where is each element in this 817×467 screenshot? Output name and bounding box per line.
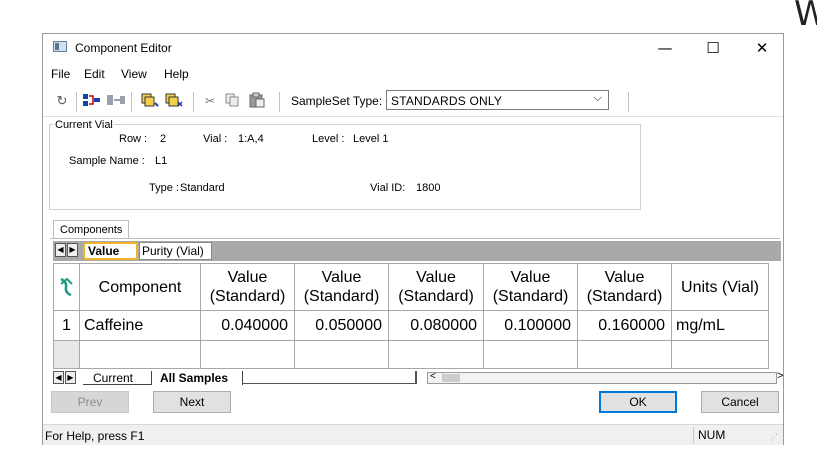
resize-grip-icon[interactable]: ⋰ [770,433,780,443]
vial-id-label: Vial ID: [370,182,406,194]
paste-icon[interactable] [247,92,267,110]
cut-icon[interactable]: ✂ [201,92,219,110]
header-value-standard-3[interactable]: Value (Standard) [389,263,484,311]
sheet-scroll-left-icon[interactable]: ◀ [53,371,64,384]
level-value: Level 1 [353,133,389,145]
current-vial-title: Current Vial [54,119,114,131]
tab-purity-vial[interactable]: Purity (Vial) [139,242,212,260]
cell-value-4[interactable]: 0.100000 [484,311,578,341]
toolbar: ↻ ✂ SampleSet Type: STANDARDS ONLY ⌵ [43,88,783,114]
refresh-icon[interactable]: ↻ [53,92,71,110]
level-label: Level : [312,133,345,145]
row-value: 2 [160,133,167,145]
minimize-button[interactable]: — [651,37,679,59]
tab-components[interactable]: Components [53,220,129,239]
sampleset-type-value: STANDARDS ONLY [391,94,503,108]
sampleset-type-select[interactable]: STANDARDS ONLY ⌵ [386,90,609,110]
prev-button[interactable]: Prev [51,391,129,413]
close-button[interactable]: ✕ [748,37,776,59]
sheet-tab-current[interactable]: Current [83,371,151,385]
tab-value[interactable]: Value [83,242,138,260]
inner-tab-strip: ◀ ▶ Value Purity (Vial) [53,241,781,261]
header-units-vial[interactable]: Units (Vial) [672,263,769,311]
cell-value-3[interactable]: 0.080000 [389,311,484,341]
menu-help[interactable]: Help [164,67,189,81]
type-value: Standard [180,182,225,194]
status-num-indicator: NUM [693,427,761,443]
component-editor-window: Component Editor — ☐ ✕ File Edit View He… [42,33,784,445]
next-button[interactable]: Next [153,391,231,413]
row-number[interactable]: 1 [53,311,80,341]
copy-sample-icon[interactable] [139,92,161,110]
empty-cell[interactable] [484,341,578,369]
empty-cell[interactable] [672,341,769,369]
empty-cell[interactable] [578,341,672,369]
row-label: Row : [119,133,148,145]
menu-view[interactable]: View [121,67,147,81]
cancel-button[interactable]: Cancel [701,391,779,413]
tab-scroll-left-icon[interactable]: ◀ [55,243,66,257]
empty-cell[interactable] [389,341,484,369]
horizontal-scrollbar[interactable]: < [427,371,777,384]
components-grid: Component Value (Standard) Value (Standa… [53,263,769,369]
corner-glyph: W [794,0,817,34]
menu-file[interactable]: File [51,67,70,81]
maximize-button[interactable]: ☐ [699,37,727,59]
component-sync-icon[interactable] [105,92,127,110]
header-component[interactable]: Component [80,263,201,311]
sample-name-label: Sample Name : [69,155,145,167]
vial-id-value: 1800 [416,182,441,194]
sheet-scroll-right-icon[interactable]: ▶ [65,371,76,384]
app-icon [53,41,67,52]
sample-name-value: L1 [155,155,168,167]
empty-cell[interactable] [201,341,295,369]
sampleset-type-label: SampleSet Type: [291,94,383,108]
menu-edit[interactable]: Edit [84,67,105,81]
header-value-standard-1[interactable]: Value (Standard) [201,263,295,311]
header-value-standard-2[interactable]: Value (Standard) [295,263,389,311]
window-title: Component Editor [75,41,172,55]
scroll-thumb[interactable] [442,374,460,382]
chevron-down-icon: ⌵ [593,92,602,104]
scroll-right-icon[interactable]: > [777,370,783,382]
title-bar: Component Editor — ☐ ✕ [43,34,783,62]
vial-label: Vial : [203,133,228,145]
paste-sample-icon[interactable] [163,92,185,110]
sheet-tab-all-samples[interactable]: All Samples [151,371,243,385]
header-value-standard-4[interactable]: Value (Standard) [484,263,578,311]
scroll-left-icon[interactable]: < [430,371,436,382]
tab-scroll-right-icon[interactable]: ▶ [67,243,78,257]
sort-icon[interactable] [53,263,80,311]
sheet-tab-strip: ◀ ▶ Current All Samples < > [53,370,783,386]
cell-units[interactable]: mg/mL [672,311,769,341]
cell-value-2[interactable]: 0.050000 [295,311,389,341]
cell-component[interactable]: Caffeine [80,311,201,341]
ok-button[interactable]: OK [599,391,677,413]
empty-cell[interactable] [295,341,389,369]
header-value-standard-5[interactable]: Value (Standard) [578,263,672,311]
component-link-icon[interactable] [81,92,103,110]
empty-cell[interactable] [80,341,201,369]
new-row-header[interactable] [53,341,80,369]
type-label: Type : [149,182,179,194]
status-help-text: For Help, press F1 [45,429,145,443]
cell-value-5[interactable]: 0.160000 [578,311,672,341]
splitter-handle[interactable] [415,371,427,384]
vial-value: 1:A,4 [238,133,264,145]
copy-icon[interactable] [223,92,241,110]
status-bar: For Help, press F1 NUM ⋰ [43,424,783,445]
cell-value-1[interactable]: 0.040000 [201,311,295,341]
